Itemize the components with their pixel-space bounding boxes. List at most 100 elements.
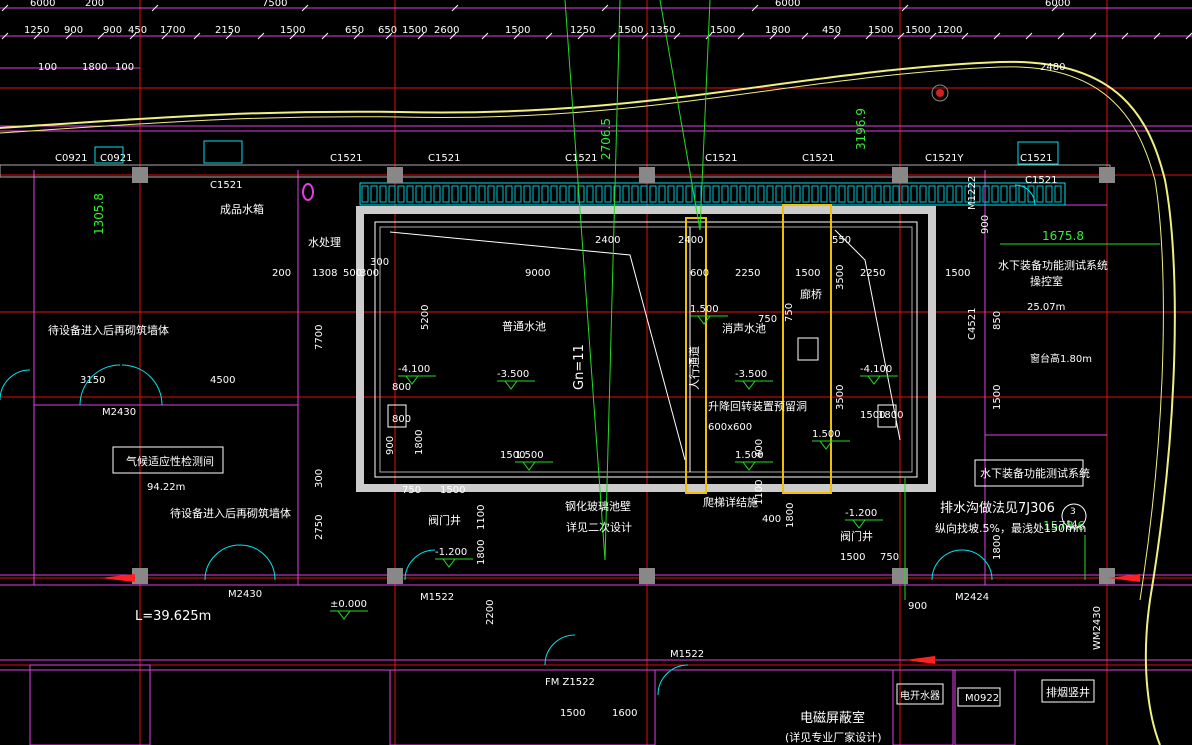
interior-dims-43: 800: [392, 414, 411, 425]
strip-cell: [721, 185, 729, 203]
interior-dims-6: 1500: [795, 268, 820, 279]
elevations-6: ±0.000: [330, 599, 367, 610]
slope-note: 纵向找坡.5%，最浅处150mm: [935, 521, 1086, 535]
window-labels-3: C1521: [330, 153, 362, 164]
interior-dims-34: 900: [908, 601, 927, 612]
glass-wall-note: 详见二次设计: [566, 520, 632, 534]
interior-dims-26: 1500: [440, 485, 465, 496]
window-labels-0: C0921: [55, 153, 87, 164]
anechoic-pool-label: 消声水池: [722, 321, 766, 335]
elevations-2: -3.500: [735, 369, 767, 380]
interior-dims-41: 1800: [992, 535, 1003, 560]
strip-cell: [1036, 185, 1044, 203]
top-dims-row2-18: 1500: [868, 25, 893, 36]
top-dims-row2: 1250 900 900 450 1700 2150 1500 650 650 1500 2600 1…: [24, 25, 962, 36]
strip-cell: [496, 185, 504, 203]
strip-cell: [361, 185, 369, 203]
pool: [356, 204, 936, 494]
elevation-triangle-2: [742, 380, 756, 390]
top-dims-row2-8: 650: [378, 25, 397, 36]
interior-dims-22: 3500: [835, 385, 846, 410]
interior-dims-42: 800: [392, 382, 411, 393]
gn-label: Gn=11: [572, 344, 587, 390]
window-labels-4: C1521: [428, 153, 460, 164]
top-dims-row2-16: 1800: [765, 25, 790, 36]
strip-cell: [1054, 185, 1062, 203]
strip-cell: [1000, 185, 1008, 203]
strip-cell: [766, 185, 774, 203]
top-dims-row1-2: 200: [85, 0, 104, 9]
strip-cell: [856, 185, 864, 203]
strip-cell: [631, 185, 639, 203]
strip-cell: [604, 185, 612, 203]
strip-cell: [703, 185, 711, 203]
elevation-triangle-7: [522, 461, 536, 471]
callout-top: 3: [1070, 507, 1076, 517]
interior-dims-3: 9000: [525, 268, 550, 279]
strip-cell: [955, 185, 963, 203]
top-dims-row2-7: 650: [345, 25, 364, 36]
length-label: L=39.625m: [135, 609, 211, 624]
interior-dims-20: 750: [784, 303, 795, 322]
elevation-triangle-4: [852, 519, 866, 529]
top-dims-row2-0: 1250: [24, 25, 49, 36]
interior-dims-44: 900: [385, 436, 396, 455]
top-dims-row1-1: 7500: [262, 0, 287, 9]
strip-cell: [937, 185, 945, 203]
top-dims-row2-3: 450: [128, 25, 147, 36]
strip-cell: [595, 185, 603, 203]
interior-dims-23: 2750: [314, 515, 325, 540]
interior-dims-17: 4500: [210, 375, 235, 386]
strip-cell: [1018, 185, 1026, 203]
lift-size-label: 600x600: [708, 422, 752, 433]
strip-cell: [676, 185, 684, 203]
elevations-10: 1.500: [690, 304, 719, 315]
green-value-3: 1305.8: [92, 193, 106, 235]
top-dims-row2-1: 900: [64, 25, 83, 36]
strip-cell: [901, 185, 909, 203]
top-dims-row3-0: 100: [38, 62, 57, 73]
interior-dims-16: 3150: [80, 375, 105, 386]
door-label-m1522-1: M1522: [420, 592, 454, 603]
strip-cell: [370, 185, 378, 203]
top-dims-row2-17: 450: [822, 25, 841, 36]
interior-dims-25: 750: [402, 485, 421, 496]
top-dims-row2-20: 1200: [937, 25, 962, 36]
window-labels-9: C1521: [1020, 153, 1052, 164]
strip-cell: [532, 185, 540, 203]
interior-dims-32: 1500: [840, 552, 865, 563]
top-dims-row2-12: 1250: [570, 25, 595, 36]
strip-cell: [424, 185, 432, 203]
strip-cell: [523, 185, 531, 203]
door-label-m1522-2: M1522: [670, 649, 704, 660]
strip-cell: [487, 185, 495, 203]
elevations-4: -1.200: [845, 508, 877, 519]
strip-cell: [568, 185, 576, 203]
strip-cell: [829, 185, 837, 203]
test-system-label: 水下装备功能测试系统: [980, 466, 1090, 480]
lift-device-label: 升降回转装置预留洞: [708, 399, 807, 413]
interior-dims-13: 300: [360, 268, 379, 279]
door-labels: M2430 M2430 M1522 M2424 M1522 FM Z1522 M…: [102, 176, 1103, 704]
strip-cell: [505, 185, 513, 203]
top-dims-row2-10: 2600: [434, 25, 459, 36]
interior-dims-2: 550: [832, 235, 851, 246]
window-labels-1: C0921: [100, 153, 132, 164]
elevation-marks: -4.100 -3.500 -3.500 -4.100 -1.200 -1.200 ±0.0…: [330, 304, 898, 620]
top-dims-row2-2: 900: [103, 25, 122, 36]
strip-cell: [1027, 185, 1035, 203]
strip-cell: [883, 185, 891, 203]
strip-cell: [784, 185, 792, 203]
green-value-4: 1675.8: [1042, 229, 1084, 243]
top-dims-row1-4: 6000: [1045, 0, 1070, 9]
top-dims-row2-9: 1500: [402, 25, 427, 36]
drain-ditch-label: 排水沟做法见7J306: [940, 501, 1055, 516]
strip-cell: [433, 185, 441, 203]
elevation-triangle-5: [442, 558, 456, 568]
strip-cell: [928, 185, 936, 203]
elevations-5: -1.200: [435, 547, 467, 558]
interior-dims-39: 850: [992, 311, 1003, 330]
elevation-triangle-8: [742, 461, 756, 471]
interior-dims-38: 900: [980, 215, 991, 234]
strip-cell: [442, 185, 450, 203]
